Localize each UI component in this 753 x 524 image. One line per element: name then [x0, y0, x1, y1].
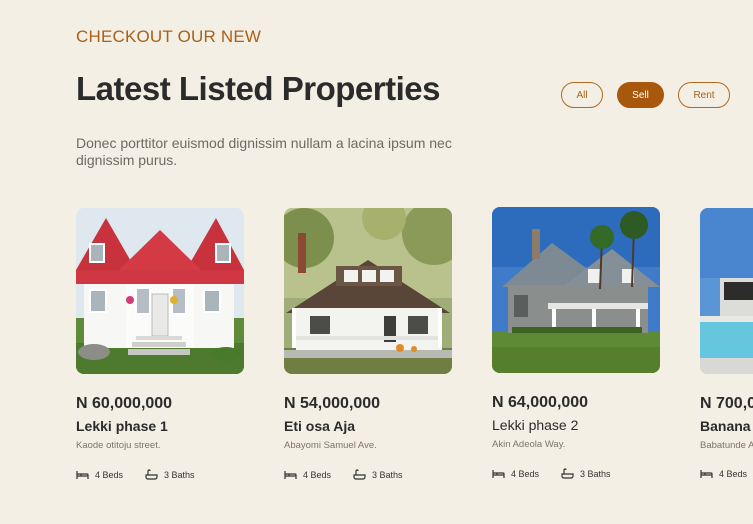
baths-count: 3 Baths	[372, 469, 403, 480]
property-card[interactable]: N 54,000,000 Eti osa Aja Abayomi Samuel …	[284, 208, 452, 480]
property-price: N 700,0	[700, 395, 753, 412]
bed-icon	[284, 470, 297, 480]
property-name[interactable]: Eti osa Aja	[284, 418, 452, 434]
bed-icon	[76, 470, 89, 480]
beds-count: 4 Beds	[719, 469, 748, 479]
property-photo[interactable]	[284, 208, 452, 374]
baths-count: 3 Baths	[580, 468, 611, 479]
property-card[interactable]: N 64,000,000 Lekki phase 2 Akin Adeola W…	[492, 207, 660, 479]
property-features: 4 Beds 3 Baths	[492, 468, 660, 479]
property-price: N 54,000,000	[284, 395, 381, 412]
filter-rent-button[interactable]: Rent	[678, 82, 730, 108]
filter-pills: All Sell Rent	[561, 82, 730, 108]
property-card[interactable]: N 700,0 Banana Babatunde A 4 Beds	[700, 208, 753, 479]
section-eyebrow: CHECKOUT OUR NEW	[76, 27, 262, 46]
filter-all-button[interactable]: All	[561, 82, 603, 108]
beds-count: 4 Beds	[511, 468, 540, 479]
property-features: 4 Beds	[700, 469, 753, 479]
bath-icon	[561, 468, 574, 479]
property-address: Kaode otitoju street.	[76, 440, 161, 451]
property-name[interactable]: Banana	[700, 418, 753, 434]
bed-icon	[700, 469, 713, 479]
property-price: N 64,000,000	[492, 394, 589, 411]
beds-count: 4 Beds	[303, 469, 332, 480]
filter-sell-button[interactable]: Sell	[617, 82, 664, 108]
property-features: 4 Beds 3 Baths	[284, 469, 452, 480]
bed-icon	[492, 469, 505, 479]
property-address: Babatunde A	[700, 440, 753, 451]
beds-count: 4 Beds	[95, 469, 124, 480]
property-features: 4 Beds 3 Baths	[76, 469, 244, 480]
property-card[interactable]: N 60,000,000 Lekki phase 1 Kaode otitoju…	[76, 208, 244, 480]
property-photo[interactable]	[492, 207, 660, 373]
property-name[interactable]: Lekki phase 2	[492, 417, 660, 433]
property-address: Akin Adeola Way.	[492, 439, 566, 450]
bath-icon	[145, 469, 158, 480]
property-price: N 60,000,000	[76, 395, 173, 412]
section-description: Donec porttitor euismod dignissim nullam…	[76, 135, 452, 168]
property-name[interactable]: Lekki phase 1	[76, 418, 244, 434]
property-photo[interactable]	[700, 208, 753, 374]
property-address: Abayomi Samuel Ave.	[284, 440, 377, 451]
property-photo[interactable]	[76, 208, 244, 374]
bath-icon	[353, 469, 366, 480]
baths-count: 3 Baths	[164, 469, 195, 480]
section-title: Latest Listed Properties	[76, 70, 440, 107]
